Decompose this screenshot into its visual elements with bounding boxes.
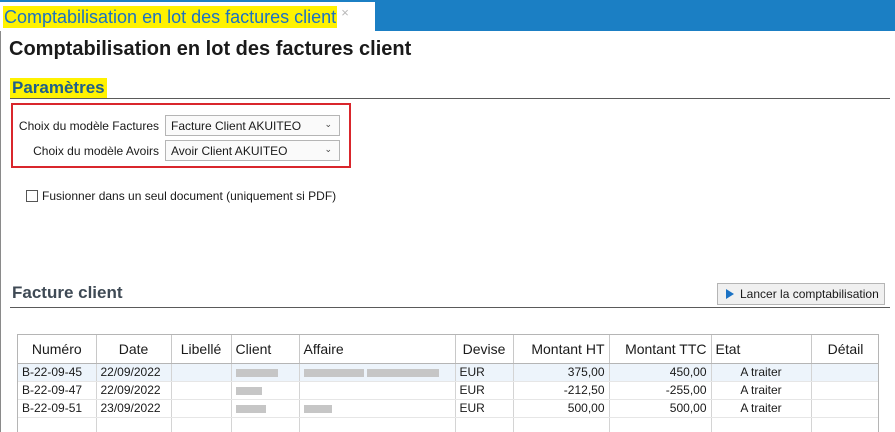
- cell-devise: EUR: [455, 363, 514, 382]
- cell-affaire-redacted: [299, 381, 456, 400]
- cell-date: 22/09/2022: [96, 363, 172, 382]
- invoice-model-select[interactable]: Facture Client AKUITEO ⌄: [165, 115, 340, 136]
- table-row[interactable]: B-22-09-51 23/09/2022 EUR 500,00 500,00 …: [18, 399, 878, 418]
- cell-detail[interactable]: [811, 381, 878, 400]
- cell-devise: EUR: [455, 399, 514, 418]
- table-row[interactable]: B-22-09-47 22/09/2022 EUR -212,50 -255,0…: [18, 381, 878, 400]
- cell-etat: A traiter: [711, 399, 812, 418]
- chevron-down-icon: ⌄: [324, 144, 332, 154]
- window-left-edge: [0, 31, 1, 432]
- cell-date: 23/09/2022: [96, 399, 172, 418]
- invoices-divider: [10, 307, 890, 308]
- table-row[interactable]: B-22-09-45 22/09/2022 EUR 375,00 450,00 …: [18, 363, 878, 382]
- column-header[interactable]: Client: [231, 335, 300, 364]
- cell-numero: B-22-09-47: [18, 381, 97, 400]
- credit-model-row: Choix du modèle Avoirs Avoir Client AKUI…: [15, 140, 340, 161]
- cell-montant-ht: 375,00: [513, 363, 610, 382]
- cell-libelle: [171, 399, 232, 418]
- tab-title[interactable]: Comptabilisation en lot des factures cli…: [3, 5, 338, 28]
- merge-label[interactable]: Fusionner dans un seul document (uniquem…: [42, 189, 336, 203]
- column-header[interactable]: Affaire: [299, 335, 456, 364]
- cell-etat: A traiter: [711, 363, 812, 382]
- column-header[interactable]: Montant TTC: [609, 335, 712, 364]
- cell-numero: B-22-09-45: [18, 363, 97, 382]
- cell-affaire-redacted: [299, 399, 456, 418]
- close-icon[interactable]: ×: [341, 5, 349, 20]
- chevron-down-icon: ⌄: [324, 119, 332, 129]
- column-header[interactable]: Détail: [811, 335, 878, 364]
- column-header[interactable]: Etat: [711, 335, 812, 364]
- launch-posting-label: Lancer la comptabilisation: [740, 287, 879, 301]
- invoice-model-value: Facture Client AKUITEO: [171, 118, 302, 133]
- column-header[interactable]: Date: [96, 335, 172, 364]
- merge-checkbox[interactable]: [26, 190, 38, 202]
- cell-client-redacted: [231, 399, 300, 418]
- merge-option[interactable]: Fusionner dans un seul document (uniquem…: [26, 189, 336, 203]
- launch-posting-button[interactable]: Lancer la comptabilisation: [717, 283, 885, 305]
- invoice-model-label: Choix du modèle Factures: [18, 118, 159, 133]
- cell-date: 22/09/2022: [96, 381, 172, 400]
- table-row-empty: [18, 417, 878, 432]
- invoice-model-row: Choix du modèle Factures Facture Client …: [15, 115, 340, 136]
- cell-client-redacted: [231, 381, 300, 400]
- cell-montant-ht: -212,50: [513, 381, 610, 400]
- cell-client-redacted: [231, 363, 300, 382]
- play-icon: [726, 289, 734, 299]
- table-header-row: Numéro Date Libellé Client Affaire Devis…: [18, 335, 878, 364]
- cell-devise: EUR: [455, 381, 514, 400]
- invoices-heading: Facture client: [12, 283, 123, 302]
- credit-model-select[interactable]: Avoir Client AKUITEO ⌄: [165, 140, 340, 161]
- column-header[interactable]: Numéro: [18, 335, 97, 364]
- column-header[interactable]: Devise: [455, 335, 514, 364]
- column-header[interactable]: Libellé: [171, 335, 232, 364]
- invoice-table: Numéro Date Libellé Client Affaire Devis…: [18, 335, 878, 432]
- cell-numero: B-22-09-51: [18, 399, 97, 418]
- cell-affaire-redacted: [299, 363, 456, 382]
- cell-montant-ttc: 450,00: [609, 363, 712, 382]
- cell-montant-ttc: -255,00: [609, 381, 712, 400]
- credit-model-label: Choix du modèle Avoirs: [33, 143, 159, 158]
- page-title: Comptabilisation en lot des factures cli…: [9, 38, 412, 60]
- cell-montant-ttc: 500,00: [609, 399, 712, 418]
- column-header[interactable]: Montant HT: [513, 335, 610, 364]
- cell-detail[interactable]: [811, 399, 878, 418]
- tab-bar: Comptabilisation en lot des factures cli…: [0, 0, 895, 31]
- cell-montant-ht: 500,00: [513, 399, 610, 418]
- invoice-grid: Numéro Date Libellé Client Affaire Devis…: [17, 334, 879, 432]
- cell-etat: A traiter: [711, 381, 812, 400]
- credit-model-value: Avoir Client AKUITEO: [171, 143, 288, 158]
- params-divider: [10, 98, 890, 99]
- params-heading: Paramètres: [10, 78, 107, 98]
- cell-libelle: [171, 381, 232, 400]
- cell-libelle: [171, 363, 232, 382]
- tab-batch-posting[interactable]: Comptabilisation en lot des factures cli…: [0, 2, 375, 31]
- cell-detail[interactable]: [811, 363, 878, 382]
